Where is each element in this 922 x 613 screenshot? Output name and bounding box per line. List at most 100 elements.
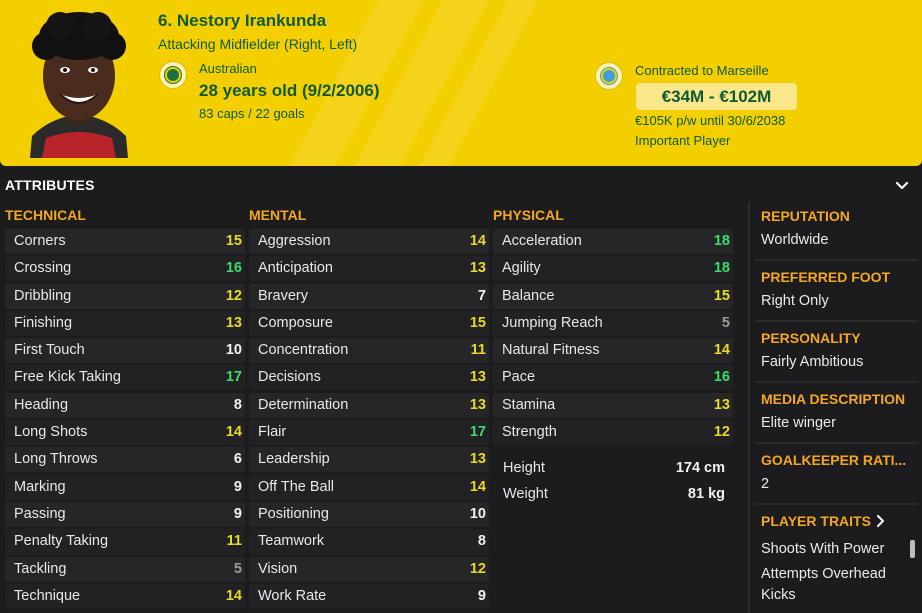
attribute-row-long-shots[interactable]: Long Shots 14 [5, 420, 245, 446]
attribute-row-natural-fitness[interactable]: Natural Fitness 14 [493, 338, 733, 364]
attribute-row-bravery[interactable]: Bravery 7 [249, 283, 489, 309]
weight-row: Weight 81 kg [493, 482, 733, 507]
attribute-value: 13 [469, 396, 486, 413]
attribute-row-pace[interactable]: Pace 16 [493, 365, 733, 391]
attribute-row-positioning[interactable]: Positioning 10 [249, 501, 489, 527]
club-badge[interactable] [595, 62, 623, 90]
attribute-label: Concentration [258, 342, 349, 359]
attribute-value: 18 [713, 260, 730, 277]
attribute-value: 15 [225, 233, 242, 249]
attribute-value: 11 [226, 533, 242, 550]
traits-scrollbar[interactable] [910, 540, 915, 558]
australia-federation-crest-icon [165, 67, 181, 83]
media-description-value: Elite winger [761, 415, 836, 431]
attribute-row-decisions[interactable]: Decisions 13 [249, 365, 489, 391]
height-row: Height 174 cm [493, 456, 733, 481]
attribute-row-penalty-taking[interactable]: Penalty Taking 11 [5, 529, 245, 555]
attribute-label: Aggression [258, 233, 331, 249]
attribute-row-dribbling[interactable]: Dribbling 12 [5, 283, 245, 309]
attribute-label: Corners [14, 233, 66, 249]
physical-attributes-list: Acceleration 18 Agility 18 Balance 15 Jumping … [493, 229, 733, 447]
attribute-label: Vision [258, 560, 298, 577]
attribute-row-leadership[interactable]: Leadership 13 [249, 447, 489, 473]
attribute-row-first-touch[interactable]: First Touch 10 [5, 338, 245, 364]
player-value-badge: €34M - €102M [636, 83, 797, 110]
preferred-foot-value: Right Only [761, 293, 829, 309]
attribute-value: 9 [233, 505, 242, 522]
attribute-value: 5 [233, 560, 242, 577]
attribute-label: Leadership [258, 451, 330, 468]
attribute-row-anticipation[interactable]: Anticipation 13 [249, 256, 489, 282]
technical-header: TECHNICAL [5, 207, 86, 223]
attribute-label: Marking [14, 478, 66, 495]
chevron-down-icon[interactable] [893, 176, 911, 194]
attribute-row-balance[interactable]: Balance 15 [493, 283, 733, 309]
attribute-label: Bravery [258, 287, 308, 304]
attribute-value: 14 [225, 424, 242, 441]
attribute-value: 15 [469, 314, 486, 331]
attribute-row-flair[interactable]: Flair 17 [249, 420, 489, 446]
attribute-row-teamwork[interactable]: Teamwork 8 [249, 529, 489, 555]
attribute-value: 9 [477, 587, 486, 604]
weight-label: Weight [503, 486, 548, 502]
attribute-row-strength[interactable]: Strength 12 [493, 420, 733, 446]
attribute-row-corners[interactable]: Corners 15 [5, 229, 245, 254]
player-nationality[interactable]: Australian [199, 61, 257, 76]
attribute-label: Long Throws [14, 451, 98, 468]
player-traits-list[interactable]: Shoots With Power Attempts Overhead Kick… [755, 533, 918, 613]
attribute-row-stamina[interactable]: Stamina 13 [493, 392, 733, 418]
attribute-label: Crossing [14, 260, 72, 277]
attribute-value: 14 [469, 233, 486, 249]
attribute-row-off-the-ball[interactable]: Off The Ball 14 [249, 474, 489, 500]
attribute-row-long-throws[interactable]: Long Throws 6 [5, 447, 245, 473]
reputation-label: REPUTATION [761, 208, 850, 224]
attribute-label: Positioning [258, 505, 329, 522]
player-caps: 83 caps / 22 goals [199, 106, 305, 121]
attribute-row-concentration[interactable]: Concentration 11 [249, 338, 489, 364]
player-position: Attacking Midfielder (Right, Left) [158, 36, 358, 52]
attribute-value: 17 [225, 369, 242, 386]
player-contract[interactable]: Contracted to Marseille [635, 63, 769, 78]
nation-badge[interactable] [159, 61, 187, 89]
player-age: 28 years old (9/2/2006) [199, 81, 380, 100]
player-header: 6. Nestory Irankunda Attacking Midfielde… [0, 0, 922, 166]
attribute-row-vision[interactable]: Vision 12 [249, 556, 489, 582]
attribute-row-heading[interactable]: Heading 8 [5, 392, 245, 418]
attribute-row-finishing[interactable]: Finishing 13 [5, 310, 245, 336]
section-divider [755, 503, 918, 505]
attribute-value: 12 [469, 560, 486, 577]
attribute-label: Determination [258, 396, 349, 413]
trait-item: Shoots With Power [761, 541, 885, 557]
attribute-label: First Touch [14, 342, 85, 359]
attribute-value: 13 [469, 451, 486, 468]
trait-item: Kicks [761, 587, 796, 603]
attribute-value: 17 [469, 424, 486, 441]
attribute-value: 15 [713, 287, 730, 304]
player-traits-link[interactable]: PLAYER TRAITS [761, 513, 886, 529]
attribute-value: 8 [233, 396, 242, 413]
attribute-row-tackling[interactable]: Tackling 5 [5, 556, 245, 582]
attribute-row-determination[interactable]: Determination 13 [249, 392, 489, 418]
attribute-row-crossing[interactable]: Crossing 16 [5, 256, 245, 282]
personality-value: Fairly Ambitious [761, 354, 864, 370]
attribute-row-composure[interactable]: Composure 15 [249, 310, 489, 336]
attribute-row-free-kick-taking[interactable]: Free Kick Taking 17 [5, 365, 245, 391]
attribute-row-technique[interactable]: Technique 14 [5, 583, 245, 609]
attribute-value: 12 [713, 424, 730, 441]
attribute-label: Heading [14, 396, 69, 413]
attribute-label: Stamina [502, 396, 556, 413]
attribute-row-passing[interactable]: Passing 9 [5, 501, 245, 527]
attribute-row-work-rate[interactable]: Work Rate 9 [249, 583, 489, 609]
attribute-value: 9 [233, 478, 242, 495]
attribute-row-aggression[interactable]: Aggression 14 [249, 229, 489, 254]
attribute-value: 11 [470, 342, 486, 359]
mental-header: MENTAL [249, 207, 307, 223]
height-label: Height [503, 460, 545, 476]
attribute-row-acceleration[interactable]: Acceleration 18 [493, 229, 733, 254]
attribute-value: 12 [225, 287, 242, 304]
attribute-row-marking[interactable]: Marking 9 [5, 474, 245, 500]
attribute-row-jumping-reach[interactable]: Jumping Reach 5 [493, 310, 733, 336]
attribute-value: 13 [225, 314, 242, 331]
attribute-row-agility[interactable]: Agility 18 [493, 256, 733, 282]
attribute-value: 8 [477, 533, 486, 550]
